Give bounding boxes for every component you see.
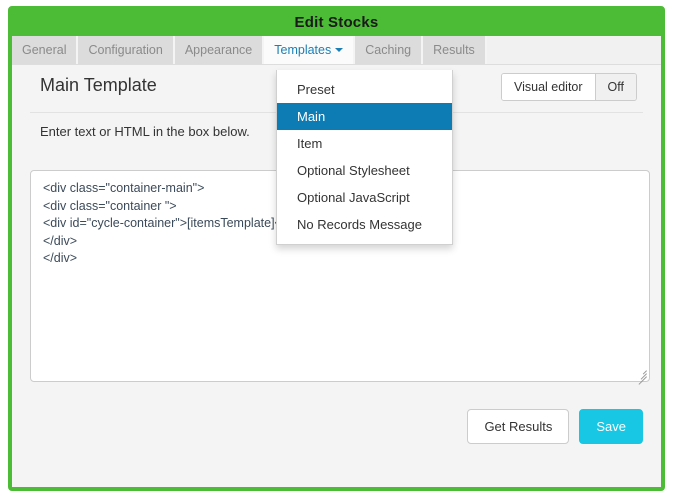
save-button[interactable]: Save (579, 409, 643, 444)
tab-templates-label: Templates (274, 43, 331, 57)
tab-general[interactable]: General (12, 36, 78, 64)
menu-item-optional-stylesheet-label: Optional Stylesheet (297, 163, 410, 178)
visual-editor-state-button[interactable]: Off (595, 74, 636, 100)
tab-configuration-label: Configuration (88, 43, 162, 57)
menu-item-optional-javascript[interactable]: Optional JavaScript (277, 184, 452, 211)
tab-caching[interactable]: Caching (355, 36, 423, 64)
menu-item-main[interactable]: Main (277, 103, 452, 130)
menu-item-optional-javascript-label: Optional JavaScript (297, 190, 410, 205)
menu-item-item[interactable]: Item (277, 130, 452, 157)
visual-editor-toggle-group: Visual editor Off (501, 73, 637, 101)
tab-bar: General Configuration Appearance Templat… (12, 36, 661, 65)
tab-templates[interactable]: Templates (264, 36, 355, 64)
menu-item-no-records-message-label: No Records Message (297, 217, 422, 232)
help-text: Enter text or HTML in the box below. (40, 124, 250, 139)
menu-item-no-records-message[interactable]: No Records Message (277, 211, 452, 238)
menu-item-optional-stylesheet[interactable]: Optional Stylesheet (277, 157, 452, 184)
tab-appearance[interactable]: Appearance (175, 36, 264, 64)
panel-title: Edit Stocks (12, 10, 661, 36)
menu-item-main-label: Main (297, 109, 325, 124)
visual-editor-label: Visual editor (502, 74, 595, 100)
footer-actions: Get Results Save (467, 409, 643, 444)
menu-item-preset[interactable]: Preset (277, 76, 452, 103)
chevron-down-icon (335, 48, 343, 52)
tab-bar-filler (487, 36, 661, 64)
menu-item-preset-label: Preset (297, 82, 335, 97)
get-results-button[interactable]: Get Results (467, 409, 569, 444)
edit-stocks-panel: Edit Stocks General Configuration Appear… (8, 6, 665, 491)
tab-results-label: Results (433, 43, 475, 57)
templates-dropdown-menu: Preset Main Item Optional Stylesheet Opt… (276, 70, 453, 245)
tab-caching-label: Caching (365, 43, 411, 57)
tab-configuration[interactable]: Configuration (78, 36, 174, 64)
tab-appearance-label: Appearance (185, 43, 252, 57)
tab-results[interactable]: Results (423, 36, 487, 64)
menu-item-item-label: Item (297, 136, 322, 151)
page-title: Main Template (40, 75, 157, 96)
tab-general-label: General (22, 43, 66, 57)
